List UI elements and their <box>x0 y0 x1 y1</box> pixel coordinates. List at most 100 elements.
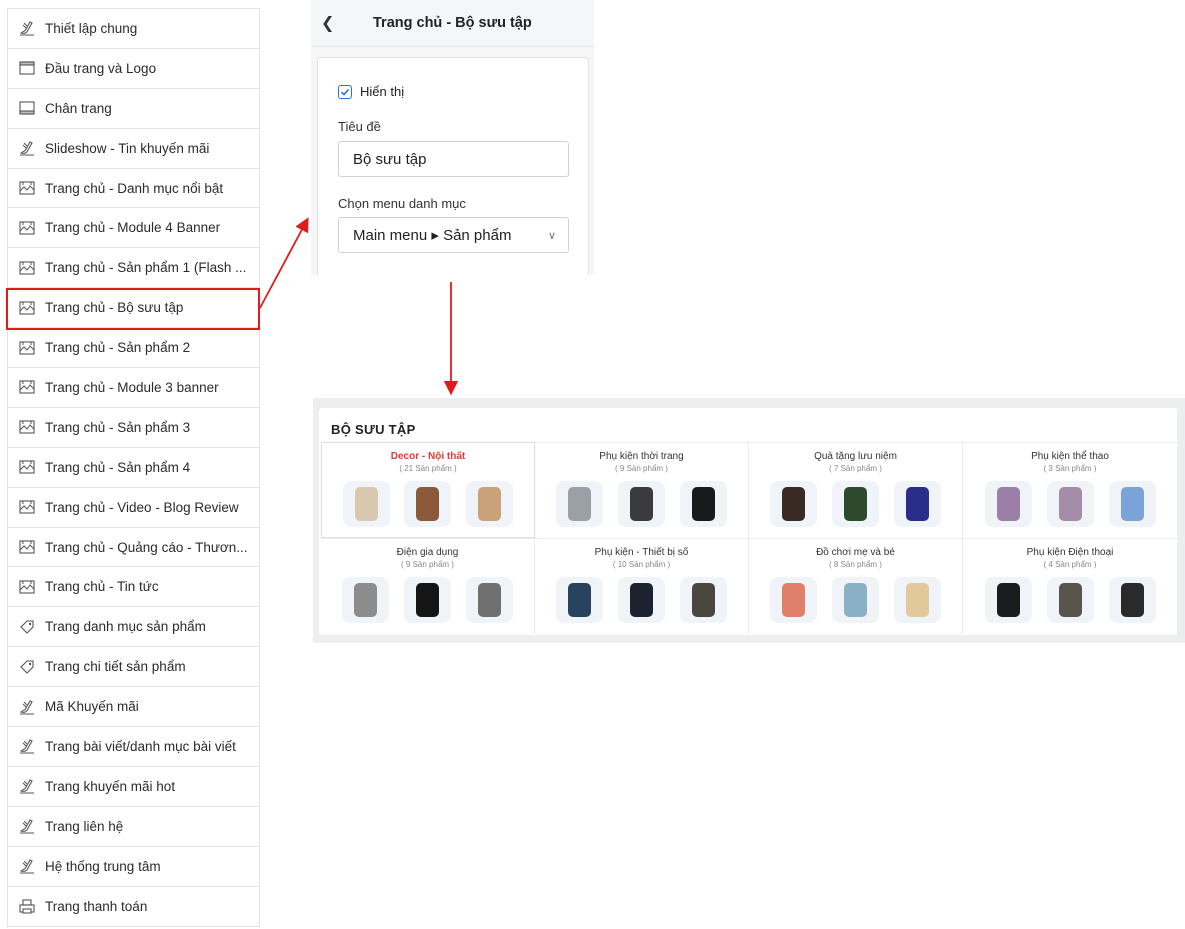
sidebar-item[interactable]: Trang chủ - Module 4 Banner <box>8 208 259 249</box>
back-button[interactable]: ❮ <box>321 13 345 33</box>
product-thumbnail <box>679 577 727 623</box>
sidebar-item-label: Đầu trang và Logo <box>45 60 157 76</box>
collection-item-name: Phụ kiện Điện thoại <box>1026 547 1114 558</box>
home-layout-icon <box>18 339 36 357</box>
collection-item-count: ( 7 Sản phẩm ) <box>829 464 882 473</box>
collection-grid: Decor - Nội thất ( 21 Sản phẩm ) Phụ kiện … <box>321 442 1177 634</box>
home-layout-icon <box>18 538 36 556</box>
collection-heading: BỘ SƯU TẬP <box>331 422 416 437</box>
sidebar-item-label: Trang chủ - Quảng cáo - Thươn... <box>45 539 248 555</box>
product-thumbnail <box>617 481 665 527</box>
sidebar-item[interactable]: Trang chủ - Sản phẩm 4 <box>8 448 259 488</box>
settings-sidebar: Thiết lập chung Đầu trang và Logo Chân tra… <box>7 8 260 927</box>
sidebar-item[interactable]: Hệ thống trung tâm <box>8 847 259 887</box>
product-thumbnail <box>984 577 1032 623</box>
home-layout-icon <box>18 418 36 436</box>
chevron-down-icon: ∨ <box>547 229 556 242</box>
brush-icon <box>18 698 36 716</box>
sidebar-item-label: Hệ thống trung tâm <box>45 858 161 874</box>
sidebar-item[interactable]: Slideshow - Tin khuyến mãi <box>8 129 259 169</box>
collection-item-count: ( 3 Sản phẩm ) <box>1043 464 1097 473</box>
sidebar-item-label: Chân trang <box>45 100 112 116</box>
product-thumbnail <box>465 577 513 623</box>
collection-item[interactable]: Phụ kiện Điện thoại ( 4 Sản phẩm ) <box>963 538 1177 634</box>
collection-item[interactable]: Điện gia dụng ( 9 Sản phẩm ) <box>321 538 535 634</box>
thumbnail-row <box>535 569 748 623</box>
home-layout-icon <box>18 578 36 596</box>
menu-select[interactable]: Main menu ▸ Sản phẩm ∨ <box>338 217 569 253</box>
product-thumbnail <box>893 481 941 527</box>
sidebar-item[interactable]: Trang danh mục sản phẩm <box>8 607 259 648</box>
sidebar-item[interactable]: Trang bài viết/danh mục bài viết <box>8 727 259 767</box>
product-thumbnail <box>893 577 941 623</box>
home-layout-icon <box>18 259 36 277</box>
collection-item-name: Đồ chơi mẹ và bé <box>816 547 895 558</box>
collection-item-name: Phụ kiện thời trang <box>599 451 684 462</box>
show-checkbox[interactable] <box>338 84 352 99</box>
product-thumbnail <box>1108 577 1156 623</box>
product-thumbnail <box>1046 577 1094 623</box>
title-input[interactable] <box>338 141 569 177</box>
collection-item-count: ( 21 Sản phẩm ) <box>399 464 457 473</box>
header-icon <box>18 59 36 77</box>
sidebar-item[interactable]: Trang chủ - Bộ sưu tập <box>8 288 259 329</box>
home-layout-icon <box>18 219 36 237</box>
sidebar-item-label: Trang bài viết/danh mục bài viết <box>45 738 236 754</box>
collection-item-name: Decor - Nội thất <box>390 451 466 462</box>
sidebar-item[interactable]: Đầu trang và Logo <box>8 49 259 89</box>
sidebar-item[interactable]: Trang chủ - Danh mục nổi bật <box>8 169 259 209</box>
collection-item-count: ( 9 Sản phẩm ) <box>401 560 454 569</box>
collection-item[interactable]: Phụ kiện thời trang ( 9 Sản phẩm ) <box>535 442 749 538</box>
sidebar-item-label: Trang danh mục sản phẩm <box>45 619 206 635</box>
sidebar-item[interactable]: Chân trang <box>8 89 259 129</box>
tag-icon <box>18 658 36 676</box>
product-thumbnail <box>770 577 818 623</box>
collection-item-count: ( 4 Sản phẩm ) <box>1043 560 1097 569</box>
thumbnail-row <box>749 473 962 527</box>
collection-item[interactable]: Đồ chơi mẹ và bé ( 8 Sản phẩm ) <box>749 538 963 634</box>
show-label: Hiển thị <box>360 84 405 99</box>
sidebar-item-label: Trang chủ - Tin tức <box>45 579 159 595</box>
collection-item[interactable]: Phụ kiện - Thiết bị số ( 10 Sản phẩm ) <box>535 538 749 634</box>
collection-item[interactable]: Quà tặng lưu niệm ( 7 Sản phẩm ) <box>749 442 963 538</box>
sidebar-item[interactable]: Trang chủ - Tin tức <box>8 567 259 608</box>
tag-icon <box>18 618 36 636</box>
home-layout-icon <box>18 299 36 317</box>
collection-item-name: Quà tặng lưu niệm <box>814 451 897 462</box>
sidebar-item[interactable]: Trang thanh toán <box>8 887 259 927</box>
sidebar-item[interactable]: Trang chủ - Quảng cáo - Thươn... <box>8 528 259 568</box>
sidebar-item-label: Trang chủ - Sản phẩm 4 <box>45 459 191 475</box>
sidebar-item[interactable]: Trang chủ - Sản phẩm 1 (Flash ... <box>8 248 259 289</box>
collection-item[interactable]: Phụ kiện thể thao ( 3 Sản phẩm ) <box>963 442 1177 538</box>
brush-icon <box>18 737 36 755</box>
product-thumbnail <box>465 481 513 527</box>
home-layout-icon <box>18 458 36 476</box>
thumbnail-row <box>535 473 748 527</box>
sidebar-item[interactable]: Trang chủ - Sản phẩm 3 <box>8 408 259 448</box>
check-icon <box>340 88 350 96</box>
home-layout-icon <box>18 179 36 197</box>
sidebar-item[interactable]: Trang liên hệ <box>8 807 259 847</box>
show-toggle-row[interactable]: Hiển thị <box>338 84 404 99</box>
sidebar-item[interactable]: Trang chủ - Module 3 banner <box>8 368 259 408</box>
sidebar-item-label: Trang chủ - Module 4 Banner <box>45 220 221 236</box>
footer-icon <box>18 99 36 117</box>
sidebar-item[interactable]: Mã Khuyến mãi <box>8 687 259 728</box>
sidebar-item-label: Trang thanh toán <box>45 899 148 915</box>
product-thumbnail <box>679 481 727 527</box>
collection-item-name: Điện gia dụng <box>396 547 459 558</box>
sidebar-item-label: Mã Khuyến mãi <box>45 699 139 715</box>
sidebar-item-label: Trang liên hệ <box>45 818 124 834</box>
collection-preview: BỘ SƯU TẬP Decor - Nội thất ( 21 Sản phẩm… <box>313 398 1185 643</box>
sidebar-item-label: Trang chủ - Video - Blog Review <box>45 499 239 515</box>
sidebar-item[interactable]: Trang khuyến mãi hot <box>8 767 259 807</box>
collection-item[interactable]: Decor - Nội thất ( 21 Sản phẩm ) <box>321 442 535 538</box>
sidebar-item-label: Trang chi tiết sản phẩm <box>45 659 186 675</box>
sidebar-item[interactable]: Trang chủ - Video - Blog Review <box>8 488 259 528</box>
sidebar-item[interactable]: Trang chi tiết sản phẩm <box>8 647 259 688</box>
panel-title: Trang chủ - Bộ sưu tập <box>373 15 532 31</box>
sidebar-item[interactable]: Trang chủ - Sản phẩm 2 <box>8 328 259 369</box>
brush-icon <box>18 139 36 157</box>
sidebar-item[interactable]: Thiết lập chung <box>8 9 259 49</box>
collection-item-name: Phụ kiện thể thao <box>1031 451 1109 462</box>
